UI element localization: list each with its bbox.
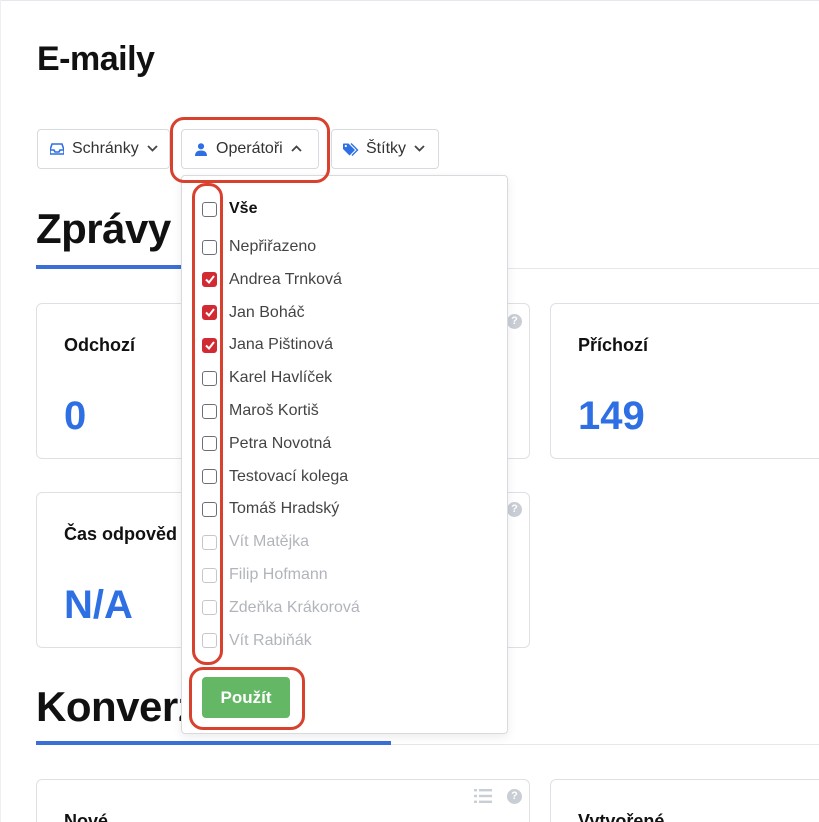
checkbox[interactable] (202, 633, 217, 649)
response-time-label: Čas odpověd (64, 524, 178, 544)
help-icon[interactable]: ? (507, 502, 522, 517)
chevron-down-icon (147, 143, 158, 155)
chevron-up-icon (291, 143, 302, 155)
operator-option[interactable]: Petra Novotná (202, 433, 331, 455)
operator-option[interactable]: Jan Boháč (202, 302, 305, 324)
operator-option[interactable]: Tomáš Hradský (202, 498, 339, 520)
operator-option[interactable]: Karel Havlíček (202, 367, 332, 389)
operator-option[interactable]: Filip Hofmann (202, 564, 328, 586)
operator-option[interactable]: Vít Matějka (202, 531, 309, 553)
option-all[interactable]: Vše (202, 198, 257, 220)
operators-filter-label: Operátoři (216, 140, 283, 157)
checkbox[interactable] (202, 436, 217, 452)
inbox-icon (48, 140, 66, 158)
tags-filter-button[interactable]: Štítky (331, 129, 439, 169)
checkbox[interactable] (202, 534, 217, 550)
messages-section-title: Zprávy (36, 205, 171, 252)
new-label: Nové (64, 811, 109, 822)
outgoing-label: Odchozí (64, 335, 135, 355)
operator-option-label: Tomáš Hradský (229, 500, 340, 518)
operator-option-label: Vít Rabiňák (229, 631, 312, 649)
left-border (0, 0, 1, 822)
chevron-down-icon (414, 143, 425, 155)
top-border (0, 0, 819, 1)
created-label: Vytvořené (578, 811, 665, 822)
conversations-section-title: Konverz (36, 683, 199, 730)
checkbox[interactable] (202, 370, 217, 386)
checkbox[interactable] (202, 403, 217, 419)
mailboxes-filter-button[interactable]: Schránky (37, 129, 170, 169)
operator-option-label: Testovací kolega (229, 467, 349, 485)
operators-dropdown: Vše Nepřiřazeno Andrea Trnková Jan Boháč Ja… (181, 175, 508, 734)
operator-option[interactable]: Andrea Trnková (202, 269, 342, 291)
list-icon[interactable] (474, 789, 492, 808)
operator-option-label: Jan Boháč (229, 303, 305, 321)
operator-option-label: Maroš Kortiš (229, 402, 319, 419)
incoming-card: Příchozí 149 (550, 303, 819, 459)
user-icon (192, 140, 210, 158)
operator-option-label: Vít Matějka (229, 533, 310, 551)
operator-option-label: Jana Pištinová (229, 336, 334, 354)
apply-button[interactable]: Použít (202, 677, 290, 718)
operator-option[interactable]: Vít Rabiňák (202, 630, 312, 652)
checkbox-checked[interactable] (202, 272, 217, 288)
option-all-label: Vše (229, 200, 258, 217)
checkbox[interactable] (202, 501, 217, 517)
operator-option[interactable]: Jana Pištinová (202, 334, 333, 356)
operator-option[interactable]: Nepřiřazeno (202, 236, 316, 258)
conversations-section-underline (36, 741, 391, 745)
checkbox[interactable] (202, 201, 217, 217)
tags-filter-label: Štítky (366, 140, 407, 157)
page-title: E-maily (37, 40, 155, 78)
response-time-value: N/A (64, 583, 133, 627)
help-icon[interactable]: ? (507, 314, 522, 329)
operator-option-label: Filip Hofmann (229, 566, 328, 583)
tags-icon (342, 140, 360, 158)
new-card: Nové ? (36, 779, 530, 822)
outgoing-value: 0 (64, 394, 87, 438)
mailboxes-filter-label: Schránky (72, 140, 139, 157)
incoming-label: Příchozí (578, 335, 649, 355)
checkbox[interactable] (202, 469, 217, 485)
operator-option-label: Andrea Trnková (229, 270, 342, 288)
operator-option-label: Karel Havlíček (229, 369, 333, 387)
section-divider (391, 744, 819, 745)
operator-option[interactable]: Testovací kolega (202, 466, 348, 488)
operator-option-label: Zdeňka Krákorová (229, 598, 360, 616)
help-icon[interactable]: ? (507, 789, 522, 804)
operator-option-label: Nepřiřazeno (229, 238, 317, 255)
created-card: Vytvořené (550, 779, 819, 822)
incoming-value: 149 (578, 394, 645, 438)
checkbox-checked[interactable] (202, 337, 217, 353)
operators-filter-button[interactable]: Operátoři (181, 129, 319, 169)
checkbox-checked[interactable] (202, 305, 217, 321)
checkbox[interactable] (202, 600, 217, 616)
operator-option[interactable]: Zdeňka Krákorová (202, 597, 360, 619)
operator-option-label: Petra Novotná (229, 434, 332, 452)
operator-option[interactable]: Maroš Kortiš (202, 400, 319, 422)
checkbox[interactable] (202, 239, 217, 255)
checkbox[interactable] (202, 567, 217, 583)
